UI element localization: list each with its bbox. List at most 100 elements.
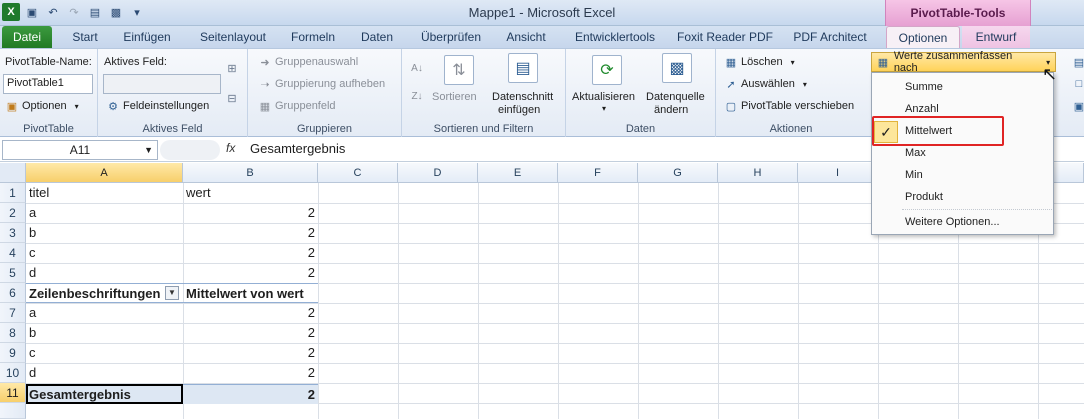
column-header-d[interactable]: D [398, 163, 478, 183]
select-button[interactable]: ➚ Auswählen ▾ [724, 77, 812, 91]
group-label-active-field: Aktives Feld [142, 123, 203, 135]
menu-item-summe[interactable]: Summe [905, 81, 943, 93]
column-header-f[interactable]: F [558, 163, 638, 183]
cell-a2[interactable]: a [26, 203, 183, 223]
pivot-row-labels-header[interactable]: Zeilenbeschriftungen [26, 283, 183, 303]
row-header-9[interactable]: 9 [0, 343, 26, 363]
tab-developer[interactable]: Entwicklertools [566, 26, 664, 48]
options-label: Optionen [22, 100, 67, 112]
menu-item-max[interactable]: Max [905, 147, 926, 159]
summarize-values-button[interactable]: ▦ Werte zusammenfassen nach ▾ [871, 50, 1056, 74]
cell-b9[interactable]: 2 [183, 343, 318, 363]
formula-bar-splitter[interactable] [160, 140, 220, 160]
column-header-g[interactable]: G [638, 163, 718, 183]
cell-b4[interactable]: 2 [183, 243, 318, 263]
buttons-toggle-icon[interactable]: □ [1072, 77, 1084, 91]
slicer-label-1[interactable]: Datenschnitt [492, 91, 553, 103]
row-header-3[interactable]: 3 [0, 223, 26, 243]
cell-a4[interactable]: c [26, 243, 183, 263]
sort-az-button[interactable]: A↓ [410, 61, 424, 75]
options-button[interactable]: ▣ Optionen ▾ [5, 99, 84, 113]
column-header-e[interactable]: E [478, 163, 558, 183]
row-header-6[interactable]: 6 [0, 283, 26, 303]
sort-za-icon: Z↓ [411, 90, 423, 102]
tab-formulas[interactable]: Formeln [284, 26, 342, 48]
row-header-12[interactable] [0, 403, 26, 419]
group-selection-button[interactable]: ➜ Gruppenauswahl [258, 55, 358, 69]
cell-a10[interactable]: d [26, 363, 183, 383]
clear-label: Löschen [741, 56, 783, 68]
cell-b8[interactable]: 2 [183, 323, 318, 343]
move-icon: ▢ [725, 100, 737, 113]
refresh-label[interactable]: Aktualisieren [572, 91, 635, 103]
cell-b7[interactable]: 2 [183, 303, 318, 323]
collapse-field-icon[interactable]: ⊟ [225, 91, 239, 105]
tab-page-layout[interactable]: Seitenlayout [192, 26, 274, 48]
headers-toggle-icon[interactable]: ▣ [1072, 99, 1084, 113]
cell-a9[interactable]: c [26, 343, 183, 363]
formula-input[interactable]: Gesamtergebnis [250, 141, 345, 156]
row-header-11[interactable]: 11 [0, 383, 26, 403]
cell-a8[interactable]: b [26, 323, 183, 343]
row-header-5[interactable]: 5 [0, 263, 26, 283]
cell-b10[interactable]: 2 [183, 363, 318, 383]
insert-function-icon[interactable]: fx [226, 141, 235, 155]
cell-b1[interactable]: wert [183, 183, 318, 203]
chevron-down-icon: ▼ [144, 145, 153, 155]
row-header-10[interactable]: 10 [0, 363, 26, 383]
clear-button[interactable]: ▦ Löschen ▾ [724, 55, 800, 69]
pivot-value-header[interactable]: Mittelwert von wert [183, 283, 318, 303]
cell-b3[interactable]: 2 [183, 223, 318, 243]
mouse-cursor-icon: ↖ [1042, 64, 1058, 84]
filter-dropdown-icon[interactable]: ▼ [165, 286, 179, 300]
expand-field-icon[interactable]: ⊞ [225, 61, 239, 75]
sort-za-button[interactable]: Z↓ [410, 89, 424, 103]
cell-a5[interactable]: d [26, 263, 183, 283]
menu-item-anzahl[interactable]: Anzahl [905, 103, 939, 115]
column-header-h[interactable]: H [718, 163, 798, 183]
move-pivottable-button[interactable]: ▢ PivotTable verschieben [724, 99, 854, 113]
field-list-icon[interactable]: ▤ [1072, 55, 1084, 69]
column-header-c[interactable]: C [318, 163, 398, 183]
tab-start[interactable]: Start [62, 26, 108, 48]
tab-insert[interactable]: Einfügen [116, 26, 178, 48]
select-all-corner[interactable] [0, 163, 26, 183]
tab-design[interactable]: Entwurf [962, 26, 1030, 48]
tab-foxit[interactable]: Foxit Reader PDF [674, 26, 776, 48]
pivottable-name-input[interactable]: PivotTable1 [3, 74, 93, 94]
tab-file[interactable]: Datei [2, 26, 52, 48]
column-header-b[interactable]: B [183, 163, 318, 183]
slicer-label-2[interactable]: einfügen [498, 104, 540, 116]
data-source-label-2[interactable]: ändern [654, 104, 688, 116]
menu-item-produkt[interactable]: Produkt [905, 191, 943, 203]
tab-view[interactable]: Ansicht [498, 26, 554, 48]
cell-a1[interactable]: titel [26, 183, 183, 203]
tab-data[interactable]: Daten [352, 26, 402, 48]
row-header-1[interactable]: 1 [0, 183, 26, 203]
row-header-2[interactable]: 2 [0, 203, 26, 223]
data-source-icon: ▩ [662, 53, 692, 83]
group-field-button[interactable]: ▦ Gruppenfeld [258, 99, 336, 113]
data-source-label-1[interactable]: Datenquelle [646, 91, 705, 103]
cell-b2[interactable]: 2 [183, 203, 318, 223]
name-box[interactable]: A11 ▼ [2, 140, 158, 160]
cell-b5[interactable]: 2 [183, 263, 318, 283]
sort-label[interactable]: Sortieren [432, 91, 477, 103]
row-header-8[interactable]: 8 [0, 323, 26, 343]
column-header-i[interactable]: I [798, 163, 878, 183]
tab-review[interactable]: Überprüfen [414, 26, 488, 48]
cell-a3[interactable]: b [26, 223, 183, 243]
tab-options[interactable]: Optionen [886, 26, 960, 48]
cell-a7[interactable]: a [26, 303, 183, 323]
cell-b11-grand-total[interactable]: 2 [183, 384, 318, 404]
column-header-a[interactable]: A [26, 163, 183, 183]
menu-item-min[interactable]: Min [905, 169, 923, 181]
menu-item-more-options[interactable]: Weitere Optionen... [905, 216, 1000, 228]
field-settings-button[interactable]: ⚙ Feldeinstellungen [106, 99, 209, 113]
tab-pdf-architect[interactable]: PDF Architect [788, 26, 872, 48]
ungroup-button[interactable]: ➝ Gruppierung aufheben [258, 77, 385, 91]
row-header-4[interactable]: 4 [0, 243, 26, 263]
row-header-7[interactable]: 7 [0, 303, 26, 323]
toggle-icon: □ [1075, 78, 1083, 90]
active-field-input[interactable] [103, 74, 221, 94]
